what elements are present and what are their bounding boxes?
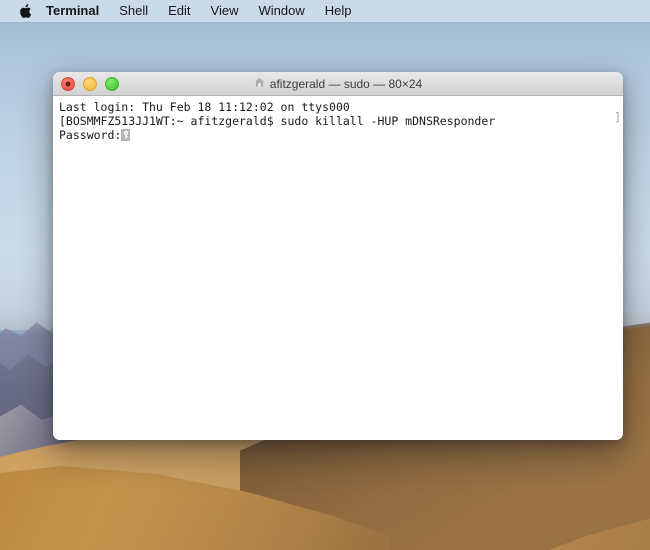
close-button[interactable]	[61, 76, 75, 91]
apple-logo-icon[interactable]	[12, 3, 38, 19]
menu-item-view[interactable]: View	[201, 0, 249, 22]
minimize-button[interactable]	[83, 76, 97, 91]
window-title-container: afitzgerald — sudo — 80×24	[53, 77, 623, 91]
home-folder-icon	[254, 77, 265, 91]
terminal-line-password-prompt: Password:	[59, 128, 617, 142]
menu-item-shell[interactable]: Shell	[109, 0, 158, 22]
menu-item-edit[interactable]: Edit	[158, 0, 200, 22]
menu-item-help[interactable]: Help	[315, 0, 362, 22]
menu-item-window[interactable]: Window	[249, 0, 315, 22]
password-key-cursor	[121, 129, 131, 141]
menu-item-terminal[interactable]: Terminal	[40, 0, 109, 22]
terminal-output-area[interactable]: Last login: Thu Feb 18 11:12:02 on ttys0…	[53, 96, 623, 440]
window-title-text: afitzgerald — sudo — 80×24	[269, 76, 423, 91]
terminal-window[interactable]: afitzgerald — sudo — 80×24 Last login: T…	[53, 72, 623, 440]
window-controls	[61, 76, 119, 91]
menu-bar: Terminal Shell Edit View Window Help	[0, 0, 650, 23]
password-prompt-label: Password:	[59, 128, 122, 142]
terminal-line-end-marker: ]	[614, 110, 621, 124]
window-titlebar[interactable]: afitzgerald — sudo — 80×24	[53, 72, 623, 96]
zoom-button[interactable]	[105, 76, 119, 91]
terminal-line-last-login: Last login: Thu Feb 18 11:12:02 on ttys0…	[59, 100, 350, 114]
terminal-line-command: [BOSMMFZ513JJ1WT:~ afitzgerald$ sudo kil…	[59, 114, 496, 128]
